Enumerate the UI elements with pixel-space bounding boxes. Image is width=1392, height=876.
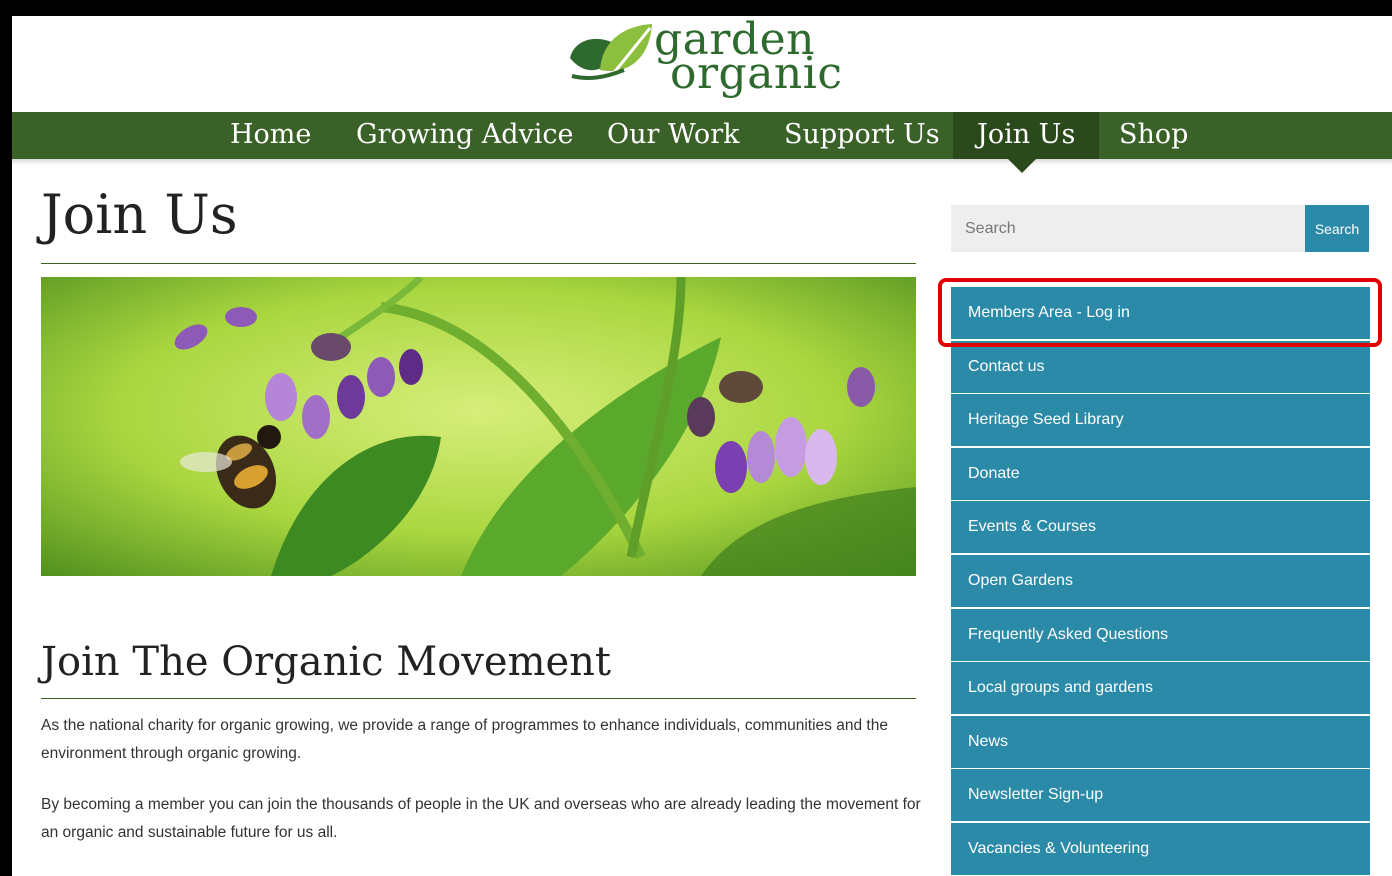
leaf-logo-icon [570,24,652,95]
title-divider [41,263,916,264]
sidebar-item-newsletter-sign-up[interactable]: Newsletter Sign-up [951,769,1370,821]
nav-shop[interactable]: Shop [1119,112,1188,159]
sidebar-item-news[interactable]: News [951,716,1370,768]
section-title: Join The Organic Movement [41,639,611,685]
nav-home[interactable]: Home [230,112,311,159]
page-title: Join Us [41,183,238,246]
section-divider [41,698,916,699]
sidebar-item-donate[interactable]: Donate [951,448,1370,500]
hero-image [41,277,916,576]
sidebar-item-faq[interactable]: Frequently Asked Questions [951,609,1370,661]
nav-growing-advice[interactable]: Growing Advice [356,112,574,159]
nav-support-us[interactable]: Support Us [784,112,940,159]
nav-our-work[interactable]: Our Work [607,112,739,159]
sidebar-item-events-courses[interactable]: Events & Courses [951,501,1370,553]
sidebar-item-local-groups[interactable]: Local groups and gardens [951,662,1370,714]
search-input[interactable] [951,205,1305,252]
nav-shadow [12,159,1392,165]
nav-join-us[interactable]: Join Us [953,112,1100,159]
main-nav: Home Growing Advice Our Work Support Us … [12,112,1392,159]
window-frame-left [0,0,12,876]
active-nav-pointer [1008,159,1036,173]
membership-paragraph: By becoming a member you can join the th… [41,796,921,841]
highlight-box [938,278,1382,347]
sidebar-item-vacancies-volunteering[interactable]: Vacancies & Volunteering [951,823,1370,875]
intro-paragraph: As the national charity for organic grow… [41,717,888,762]
search-button[interactable]: Search [1305,205,1369,252]
logo-text-organic: organic [670,48,843,99]
site-logo[interactable]: garden organic [566,18,856,108]
sidebar-item-open-gardens[interactable]: Open Gardens [951,555,1370,607]
sidebar-item-heritage-seed-library[interactable]: Heritage Seed Library [951,394,1370,446]
sidebar-item-contact-us[interactable]: Contact us [951,341,1370,393]
bee-on-comfrey-flowers-icon [41,277,916,576]
